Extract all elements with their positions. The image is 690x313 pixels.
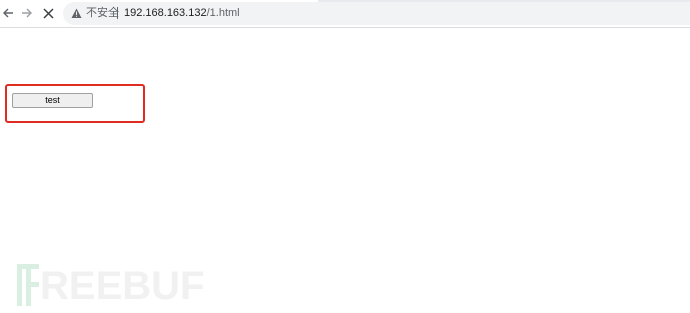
url-text[interactable]: 192.168.163.132/1.html — [124, 6, 240, 20]
address-bar[interactable]: 不安全 192.168.163.132/1.html — [63, 2, 690, 25]
arrow-left-icon — [3, 8, 13, 18]
freebuf-logo-icon — [17, 264, 39, 306]
back-button[interactable] — [0, 5, 16, 21]
url-path: /1.html — [206, 7, 240, 19]
browser-toolbar: 不安全 192.168.163.132/1.html — [0, 0, 690, 28]
address-divider — [117, 7, 118, 19]
forward-button[interactable] — [19, 5, 35, 21]
watermark-text: REEBUF — [40, 264, 205, 308]
test-button[interactable]: test — [12, 93, 93, 108]
security-status-label[interactable]: 不安全 — [86, 6, 119, 20]
close-icon — [42, 7, 54, 19]
stop-loading-button[interactable] — [40, 5, 56, 21]
arrow-right-icon — [22, 8, 32, 18]
url-host: 192.168.163.132 — [124, 7, 207, 19]
warning-triangle-icon — [71, 8, 82, 18]
